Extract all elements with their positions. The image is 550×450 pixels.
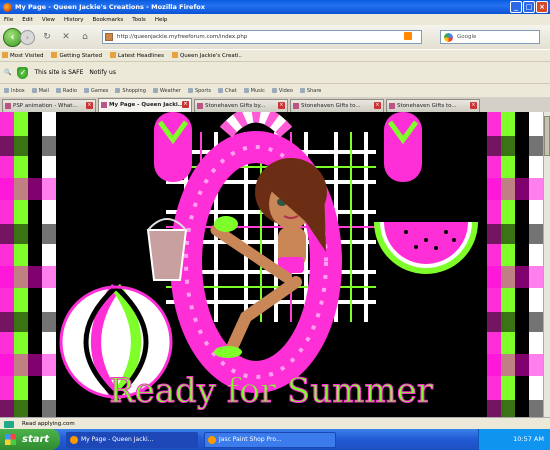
tab-favicon — [197, 103, 203, 109]
tab-close-icon[interactable]: × — [470, 102, 477, 109]
search-tool-icon[interactable]: 🔍 — [4, 69, 11, 76]
tab-my-page[interactable]: My Page - Queen Jacki... × — [98, 98, 192, 112]
addon-share[interactable]: Share — [300, 88, 321, 94]
bookmark-getting-started[interactable]: Getting Started — [51, 52, 102, 59]
flip-flop-right — [384, 112, 422, 182]
ready-for-summer-heading: Ready for Summer — [109, 371, 434, 411]
tab-stonehaven-3[interactable]: Stonehaven Gifts to... × — [386, 99, 480, 112]
scrollbar-thumb[interactable] — [544, 116, 550, 156]
tab-close-icon[interactable]: × — [86, 102, 93, 109]
reload-button[interactable]: ↻ — [40, 30, 54, 44]
vertical-scrollbar[interactable] — [543, 112, 550, 417]
menu-bookmarks[interactable]: Bookmarks — [93, 17, 124, 23]
maximize-button[interactable]: □ — [523, 1, 535, 13]
menu-history[interactable]: History — [64, 17, 84, 23]
addon-radio[interactable]: Radio — [56, 88, 77, 94]
addon-weather[interactable]: Weather — [153, 88, 181, 94]
clock: 10:57 AM — [513, 435, 544, 443]
addon-shopping[interactable]: Shopping — [115, 88, 145, 94]
firefox-icon — [3, 2, 12, 12]
addon-chat[interactable]: Chat — [218, 88, 237, 94]
taskbar-firefox[interactable]: My Page - Queen Jacki... — [66, 431, 198, 448]
security-toolbar: 🔍 ✓ This site is SAFE Notify us — [0, 61, 550, 83]
tab-stonehaven-2[interactable]: Stonehaven Gifts to... × — [290, 99, 384, 112]
plaid-border-left — [0, 112, 56, 417]
watermelon-slice — [374, 222, 478, 274]
search-input[interactable]: Google — [440, 30, 540, 44]
tab-label: PSP animation - What... — [13, 103, 78, 109]
addon-video[interactable]: Video — [272, 88, 293, 94]
minimize-button[interactable]: _ — [510, 1, 522, 13]
tab-favicon — [101, 102, 107, 108]
tab-label: Stonehaven Gifts by... — [205, 103, 266, 109]
tab-close-icon[interactable]: × — [182, 101, 189, 108]
tab-label: Stonehaven Gifts to... — [301, 103, 361, 109]
tab-psp-animation[interactable]: PSP animation - What... × — [2, 99, 96, 112]
tab-label: Stonehaven Gifts to... — [397, 103, 457, 109]
tab-favicon — [293, 103, 299, 109]
tab-close-icon[interactable]: × — [374, 102, 381, 109]
addon-toolbar: Inbox Mail Radio Games Shopping Weather … — [0, 83, 550, 97]
system-tray: 10:57 AM — [478, 429, 550, 450]
windows-taskbar: start My Page - Queen Jacki... Jasc Pain… — [0, 429, 550, 450]
status-text: Read applying.com — [22, 421, 75, 427]
summer-artwork: Ready for Summer — [59, 112, 478, 412]
shield-icon: ✓ — [17, 66, 29, 79]
forward-button[interactable]: › — [20, 29, 35, 45]
start-button[interactable]: start — [0, 429, 60, 450]
plaid-border-right — [487, 112, 543, 417]
window-titlebar: My Page - Queen Jackie's Creations - Moz… — [0, 0, 550, 14]
menu-file[interactable]: File — [4, 17, 13, 23]
tab-close-icon[interactable]: × — [278, 102, 285, 109]
navigation-toolbar: ‹ › ↻ ✕ ⌂ http://queenjackie.myfreeforum… — [0, 25, 550, 49]
addon-music[interactable]: Music — [244, 88, 265, 94]
google-icon — [444, 33, 453, 42]
tab-strip: PSP animation - What... × My Page - Queen… — [0, 97, 550, 112]
page-icon — [105, 33, 113, 41]
tab-favicon — [5, 103, 11, 109]
tab-favicon — [389, 103, 395, 109]
address-bar[interactable]: http://queenjackie.myfreeforum.com/index… — [102, 30, 422, 44]
close-button[interactable]: × — [536, 1, 548, 13]
safe-label[interactable]: This site is SAFE — [34, 69, 83, 76]
taskbar-paintshop[interactable]: Jasc Paint Shop Pro... — [204, 431, 336, 448]
menu-tools[interactable]: Tools — [132, 17, 146, 23]
stop-button[interactable]: ✕ — [59, 30, 73, 44]
flip-flop-left — [154, 112, 192, 182]
addon-mail[interactable]: Mail — [32, 88, 49, 94]
url-text: http://queenjackie.myfreeforum.com/index… — [117, 34, 248, 40]
bookmark-latest-headlines[interactable]: Latest Headlines — [110, 52, 164, 59]
tab-label: My Page - Queen Jacki... — [109, 102, 185, 108]
home-button[interactable]: ⌂ — [78, 30, 92, 44]
status-bar: Read applying.com — [0, 417, 550, 429]
bookmarks-toolbar: Most Visited Getting Started Latest Head… — [0, 49, 550, 61]
addon-inbox[interactable]: Inbox — [4, 88, 25, 94]
page-content: Ready for Summer — [0, 112, 550, 417]
menu-edit[interactable]: Edit — [22, 17, 33, 23]
notify-label[interactable]: Notify us — [89, 69, 116, 76]
addon-games[interactable]: Games — [84, 88, 109, 94]
rss-icon[interactable] — [404, 32, 412, 40]
bookmark-queen-jackie[interactable]: Queen Jackie's Creati.. — [172, 52, 242, 59]
addon-sports[interactable]: Sports — [188, 88, 211, 94]
menu-help[interactable]: Help — [155, 17, 168, 23]
menu-bar: File Edit View History Bookmarks Tools H… — [0, 14, 550, 25]
tab-stonehaven-1[interactable]: Stonehaven Gifts by... × — [194, 99, 288, 112]
window-title: My Page - Queen Jackie's Creations - Moz… — [15, 3, 205, 11]
search-placeholder: Google — [457, 34, 477, 40]
menu-view[interactable]: View — [42, 17, 55, 23]
bookmark-most-visited[interactable]: Most Visited — [2, 52, 43, 59]
